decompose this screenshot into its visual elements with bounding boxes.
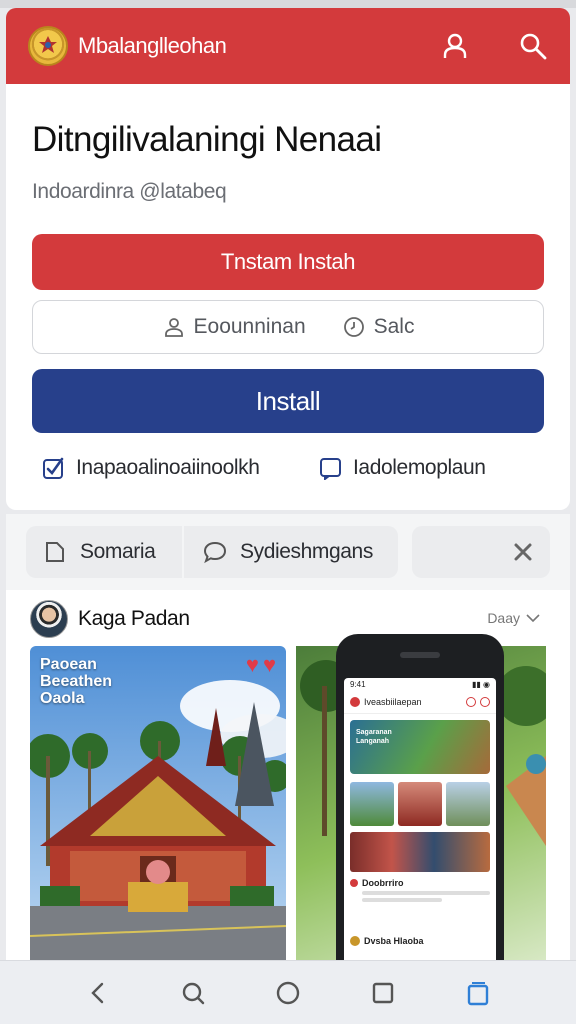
tabs-bar: Somaria Sydieshmgans: [6, 514, 570, 590]
tab-label: Sydieshmgans: [240, 540, 373, 563]
checkbox-checked-icon[interactable]: [42, 456, 66, 480]
app-header: Mbalanglleohan: [6, 8, 570, 84]
tab-sydieshmgans[interactable]: Sydieshmgans: [184, 526, 398, 578]
logo-emblem-icon: [28, 26, 68, 66]
heart-icon: ♥: [245, 652, 259, 677]
checkbox-right-label: Iadolemoplaun: [353, 456, 486, 479]
clock-icon: [343, 317, 364, 337]
page-subtitle: Indoardinra @latabeq: [32, 180, 227, 203]
screen-item: Dvsba Hlaoba: [350, 936, 424, 946]
screen-banner: Sagaranan Langanah: [350, 720, 490, 774]
close-tab-button[interactable]: [412, 526, 550, 578]
checkbox-option-right[interactable]: Iadolemoplaun: [319, 456, 486, 480]
secondary-right-label: Salc: [373, 315, 415, 338]
post-header: Kaga Padan: [30, 600, 190, 638]
document-icon: [46, 542, 64, 562]
screen-logo-icon: [350, 696, 360, 707]
screen-user-icon: [480, 696, 490, 707]
checkbox-unchecked-icon[interactable]: [319, 456, 343, 480]
install-card: Ditngilivalaningi Nenaai Indoardinra @la…: [6, 84, 570, 510]
status-area: [0, 0, 576, 8]
secondary-left-label: Eoounninan: [193, 315, 306, 338]
screen-title: Iveasbiilaepan: [364, 696, 422, 707]
tab-label: Somaria: [80, 540, 156, 563]
tabs-icon[interactable]: [464, 979, 492, 1007]
photo-caption-text: Paoean Beeathen Oaola: [40, 656, 113, 707]
avatar[interactable]: [30, 600, 68, 638]
temple-photo[interactable]: Paoean Beeathen Oaola ♥ ♥: [30, 646, 286, 960]
app-name: Mbalanglleohan: [78, 33, 227, 58]
secondary-button-group: Eoounninan Salc: [32, 300, 544, 354]
bottom-navigation: [0, 960, 576, 1024]
screen-thumbnails: [350, 782, 490, 826]
back-icon[interactable]: [84, 979, 112, 1007]
recents-icon[interactable]: [369, 979, 397, 1007]
search-icon[interactable]: [518, 31, 548, 61]
primary-button[interactable]: Tnstam Instah: [32, 234, 544, 290]
close-icon: [514, 543, 532, 561]
home-icon[interactable]: [274, 979, 302, 1007]
phone-screen: 9:41 ▮▮ ◉ Iveasbiilaepan Sagaranan Langan…: [344, 678, 496, 960]
post-meta-text: Daay: [487, 610, 520, 626]
screen-search-icon: [466, 696, 476, 707]
page-title: Ditngilivalaningi Nenaai: [32, 120, 382, 159]
photo-caption: Paoean Beeathen Oaola: [40, 656, 112, 707]
screen-crowd-image: [350, 832, 490, 872]
post-card: Kaga Padan Daay Paoean Beeathen Oaola ♥ …: [6, 590, 570, 960]
chat-bubble-icon: [203, 541, 227, 564]
checkbox-left-label: Inapaoalinoaiinoolkh: [76, 456, 260, 479]
screen-item: Doobrriro: [350, 878, 490, 888]
phone-mockup: 9:41 ▮▮ ◉ Iveasbiilaepan Sagaranan Langan…: [336, 634, 504, 960]
install-button[interactable]: Install: [32, 369, 544, 433]
secondary-left-button[interactable]: Eoounninan: [162, 315, 306, 339]
chevron-down-icon: [526, 614, 540, 623]
post-menu[interactable]: Daay: [487, 610, 540, 626]
post-author[interactable]: Kaga Padan: [78, 607, 190, 631]
search-icon[interactable]: [179, 979, 207, 1007]
reactions[interactable]: ♥ ♥: [246, 652, 276, 678]
checkbox-option-left[interactable]: Inapaoalinoaiinoolkh: [42, 456, 260, 480]
user-icon[interactable]: [440, 31, 470, 61]
tab-somaria[interactable]: Somaria: [26, 526, 182, 578]
person-icon: [164, 318, 183, 337]
screen-banner-text: Sagaranan Langanah: [356, 729, 392, 745]
secondary-right-button[interactable]: Salc: [342, 315, 415, 339]
heart-icon: ♥: [262, 652, 276, 677]
